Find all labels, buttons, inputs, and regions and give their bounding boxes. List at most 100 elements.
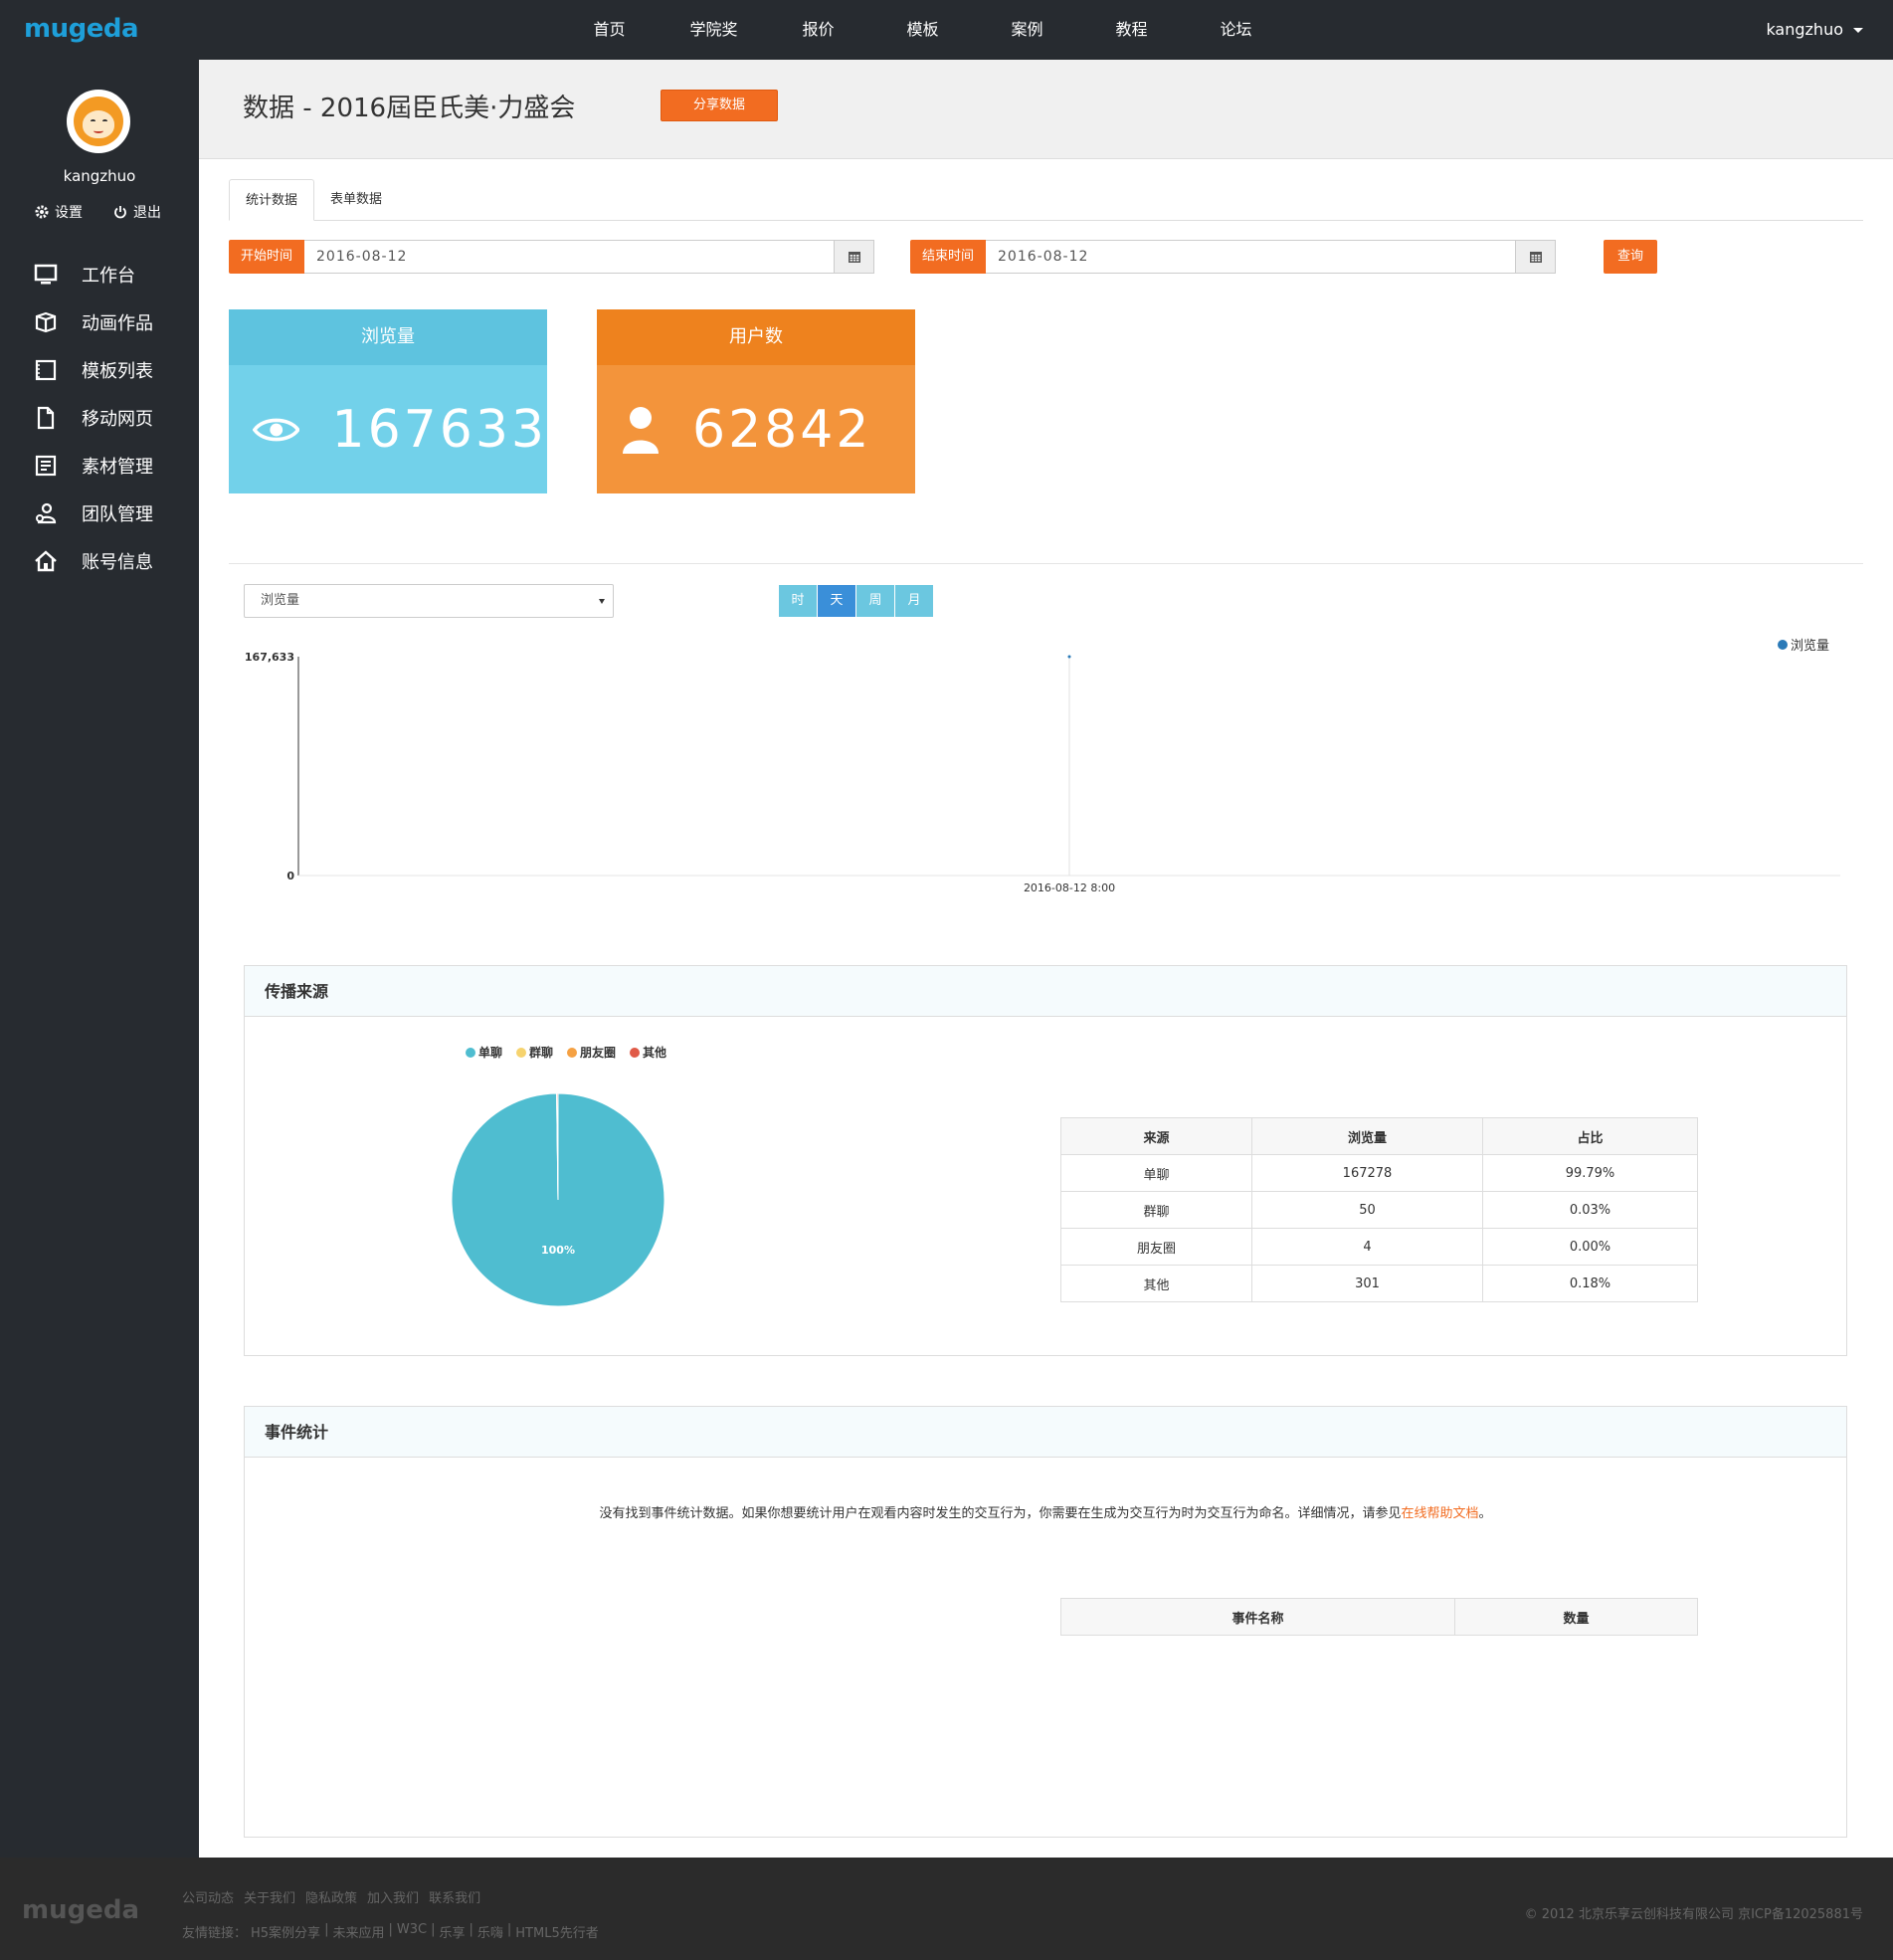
views-stat-label: 浏览量 bbox=[229, 309, 547, 365]
event-empty-notice: 没有找到事件统计数据。如果你想要统计用户在观看内容时发生的交互行为，你需要在生成… bbox=[245, 1502, 1846, 1521]
source-pie-chart: 100% bbox=[451, 1092, 665, 1307]
sidebar-item-mobile-pages[interactable]: 移动网页 bbox=[0, 394, 199, 442]
end-date-input[interactable]: 2016-08-12 bbox=[986, 240, 1517, 274]
main-nav: 首页 学院奖 报价 模板 案例 教程 论坛 bbox=[557, 0, 1288, 60]
friend-links: 友情链接： H5案例分享 | 未来应用 | W3C | 乐享 | 乐嗨 | HTML5先行… bbox=[182, 1922, 599, 1941]
brand-logo[interactable]: mugeda bbox=[24, 14, 139, 44]
column-header: 数量 bbox=[1454, 1598, 1698, 1636]
sidebar-item-account[interactable]: 账号信息 bbox=[0, 537, 199, 585]
help-doc-link[interactable]: 在线帮助文档 bbox=[1401, 1506, 1478, 1521]
pie-legend-item[interactable]: 其他 bbox=[630, 1044, 666, 1061]
legend-label: 浏览量 bbox=[1791, 639, 1830, 654]
friend-link[interactable]: 乐享 bbox=[439, 1922, 465, 1941]
data-point bbox=[1067, 655, 1071, 659]
table-cell: 朋友圈 bbox=[1060, 1228, 1252, 1266]
period-month-button[interactable]: 月 bbox=[895, 585, 934, 617]
footer-link[interactable]: 隐私政策 bbox=[305, 1887, 357, 1906]
footer-link[interactable]: 联系我们 bbox=[429, 1887, 480, 1906]
footer: mugeda 公司动态 关于我们 隐私政策 加入我们 联系我们 友情链接： H5… bbox=[0, 1858, 1893, 1960]
users-stat-label: 用户数 bbox=[597, 309, 915, 365]
avatar[interactable] bbox=[67, 90, 130, 153]
nav-item-home[interactable]: 首页 bbox=[557, 0, 662, 60]
sidebar-item-label: 素材管理 bbox=[82, 457, 153, 478]
start-date-group: 开始时间 2016-08-12 bbox=[229, 240, 875, 274]
views-stat-value: 167633 bbox=[331, 399, 547, 460]
divider bbox=[229, 563, 1863, 564]
period-week-button[interactable]: 周 bbox=[856, 585, 895, 617]
tab-bar: 统计数据 表单数据 bbox=[229, 179, 1863, 221]
period-day-button[interactable]: 天 bbox=[818, 585, 856, 617]
nav-item-cases[interactable]: 案例 bbox=[975, 0, 1079, 60]
table-row: 单聊 167278 99.79% bbox=[1060, 1154, 1698, 1192]
footer-links: 公司动态 关于我们 隐私政策 加入我们 联系我们 bbox=[182, 1887, 480, 1906]
sidebar-item-assets[interactable]: 素材管理 bbox=[0, 442, 199, 490]
team-icon bbox=[36, 502, 57, 524]
nav-item-forum[interactable]: 论坛 bbox=[1184, 0, 1288, 60]
pie-slice-label: 100% bbox=[541, 1244, 575, 1257]
event-panel: 事件统计 没有找到事件统计数据。如果你想要统计用户在观看内容时发生的交互行为，你… bbox=[244, 1406, 1847, 1838]
pie-legend-item[interactable]: 单聊 bbox=[466, 1044, 502, 1061]
footer-link[interactable]: 公司动态 bbox=[182, 1887, 234, 1906]
views-line-chart: 167,633 0 2016-08-12 8:00 bbox=[245, 651, 1840, 894]
line-chart-legend: 浏览量 bbox=[1778, 635, 1829, 654]
sidebar-item-label: 动画作品 bbox=[82, 313, 153, 334]
tab-form-data[interactable]: 表单数据 bbox=[314, 179, 398, 221]
friend-link[interactable]: 乐嗨 bbox=[477, 1922, 503, 1941]
table-cell: 4 bbox=[1251, 1228, 1483, 1266]
users-stat-value: 62842 bbox=[692, 399, 872, 460]
table-cell: 167278 bbox=[1251, 1154, 1483, 1192]
metric-select[interactable]: 浏览量 bbox=[244, 584, 614, 618]
sidebar-item-team[interactable]: 团队管理 bbox=[0, 490, 199, 537]
tab-statistics[interactable]: 统计数据 bbox=[229, 179, 315, 221]
user-menu[interactable]: kangzhuo bbox=[1766, 0, 1863, 60]
settings-link[interactable]: 设置 bbox=[34, 202, 83, 222]
pie-legend-item[interactable]: 群聊 bbox=[516, 1044, 553, 1061]
friend-link[interactable]: W3C bbox=[397, 1922, 427, 1941]
start-date-input[interactable]: 2016-08-12 bbox=[304, 240, 836, 274]
period-hour-button[interactable]: 时 bbox=[779, 585, 818, 617]
source-panel-title: 传播来源 bbox=[245, 966, 1846, 1017]
page-title: 数据 - 2016屆臣氏美·力盛会 bbox=[243, 94, 576, 123]
share-data-button[interactable]: 分享数据 bbox=[661, 90, 778, 121]
sidebar-item-label: 团队管理 bbox=[82, 504, 153, 525]
legend-dot bbox=[516, 1047, 527, 1058]
nav-item-tutorials[interactable]: 教程 bbox=[1079, 0, 1184, 60]
table-cell: 其他 bbox=[1060, 1265, 1252, 1302]
film-icon bbox=[35, 359, 57, 381]
nav-item-pricing[interactable]: 报价 bbox=[766, 0, 870, 60]
legend-dot bbox=[1778, 639, 1788, 650]
friend-link[interactable]: HTML5先行者 bbox=[515, 1922, 598, 1941]
views-stat-card: 浏览量 167633 bbox=[229, 309, 547, 493]
table-cell: 0.03% bbox=[1482, 1191, 1698, 1229]
nav-item-templates[interactable]: 模板 bbox=[870, 0, 975, 60]
start-date-calendar-button[interactable] bbox=[835, 240, 875, 274]
nav-item-academy[interactable]: 学院奖 bbox=[662, 0, 766, 60]
sidebar-item-animations[interactable]: 动画作品 bbox=[0, 298, 199, 346]
logout-label: 退出 bbox=[133, 205, 161, 221]
users-stat-card: 用户数 62842 bbox=[597, 309, 915, 493]
legend-dot bbox=[630, 1047, 641, 1058]
sidebar-menu: 工作台 动画作品 模板列表 移动网页 素材管理 团队管理 账号信息 bbox=[0, 251, 199, 585]
end-date-calendar-button[interactable] bbox=[1516, 240, 1557, 274]
table-row: 其他 301 0.18% bbox=[1060, 1265, 1698, 1302]
top-navbar: mugeda 首页 学院奖 报价 模板 案例 教程 论坛 kangzhuo bbox=[0, 0, 1893, 60]
start-date-label: 开始时间 bbox=[229, 240, 305, 274]
sidebar-item-templates[interactable]: 模板列表 bbox=[0, 346, 199, 394]
pie-legend-item[interactable]: 朋友圈 bbox=[567, 1044, 616, 1061]
footer-link[interactable]: 关于我们 bbox=[244, 1887, 295, 1906]
table-header-row: 来源 浏览量 占比 bbox=[1060, 1117, 1698, 1155]
logout-link[interactable]: 退出 bbox=[112, 202, 161, 222]
chevron-down-icon bbox=[1853, 28, 1863, 33]
copyright: © 2012 北京乐享云创科技有限公司 京ICP备12025881号 bbox=[1524, 1907, 1863, 1922]
home-icon bbox=[35, 550, 57, 572]
power-icon bbox=[114, 206, 126, 219]
pie-legend: 单聊 群聊 朋友圈 其他 bbox=[466, 1044, 666, 1061]
table-row: 朋友圈 4 0.00% bbox=[1060, 1228, 1698, 1266]
footer-link[interactable]: 加入我们 bbox=[367, 1887, 419, 1906]
friend-link[interactable]: H5案例分享 bbox=[251, 1922, 320, 1941]
query-button[interactable]: 查询 bbox=[1604, 240, 1657, 274]
sidebar-item-workbench[interactable]: 工作台 bbox=[0, 251, 199, 298]
friend-link[interactable]: 未来应用 bbox=[332, 1922, 384, 1941]
event-notice-end: 。 bbox=[1478, 1506, 1492, 1521]
user-menu-name: kangzhuo bbox=[1766, 20, 1843, 39]
